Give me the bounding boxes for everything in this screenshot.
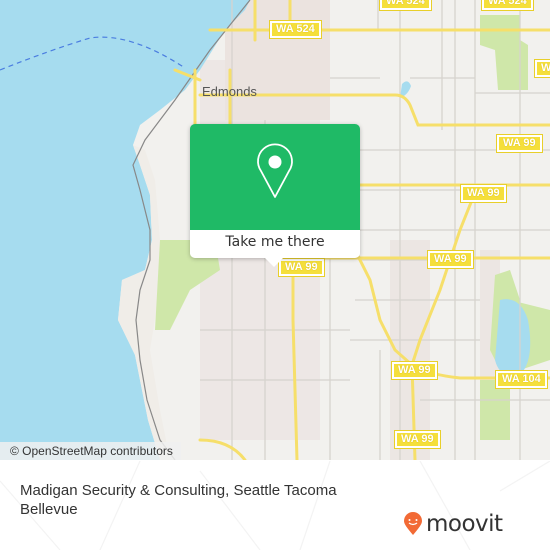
popup-pointer <box>265 258 283 267</box>
road-shield-wa99: WA 99 <box>394 430 441 449</box>
map-pin-icon <box>257 143 293 198</box>
popup-header <box>190 124 360 230</box>
road-shield-wa104: WA 99 <box>278 258 325 277</box>
place-title: Madigan Security & Consulting, Seattle T… <box>20 482 337 518</box>
moovit-pin-icon <box>404 512 422 535</box>
place-label-edmonds: Edmonds <box>202 84 257 99</box>
road-shield-wa99: WA 99 <box>391 361 438 380</box>
take-me-there-button[interactable]: Take me there <box>190 230 360 258</box>
road-shield-wa99: WA 99 <box>496 134 543 153</box>
road-shield-wa104: WA 104 <box>495 370 548 389</box>
road-shield-wa524: WA 524 <box>269 20 322 39</box>
moovit-wordmark: moovit <box>426 511 503 537</box>
road-shield-wa99: WA 99 <box>460 184 507 203</box>
road-shield-partial: W <box>533 59 550 78</box>
location-popup: Take me there <box>190 124 360 267</box>
park <box>480 380 510 440</box>
road-shield-wa524: WA 524 <box>379 0 432 11</box>
road-shield-wa524: WA 524 <box>481 0 534 11</box>
moovit-logo[interactable]: moovit <box>403 512 503 536</box>
road-shield-wa99: WA 99 <box>427 250 474 269</box>
osm-attribution[interactable]: © OpenStreetMap contributors <box>0 442 181 460</box>
